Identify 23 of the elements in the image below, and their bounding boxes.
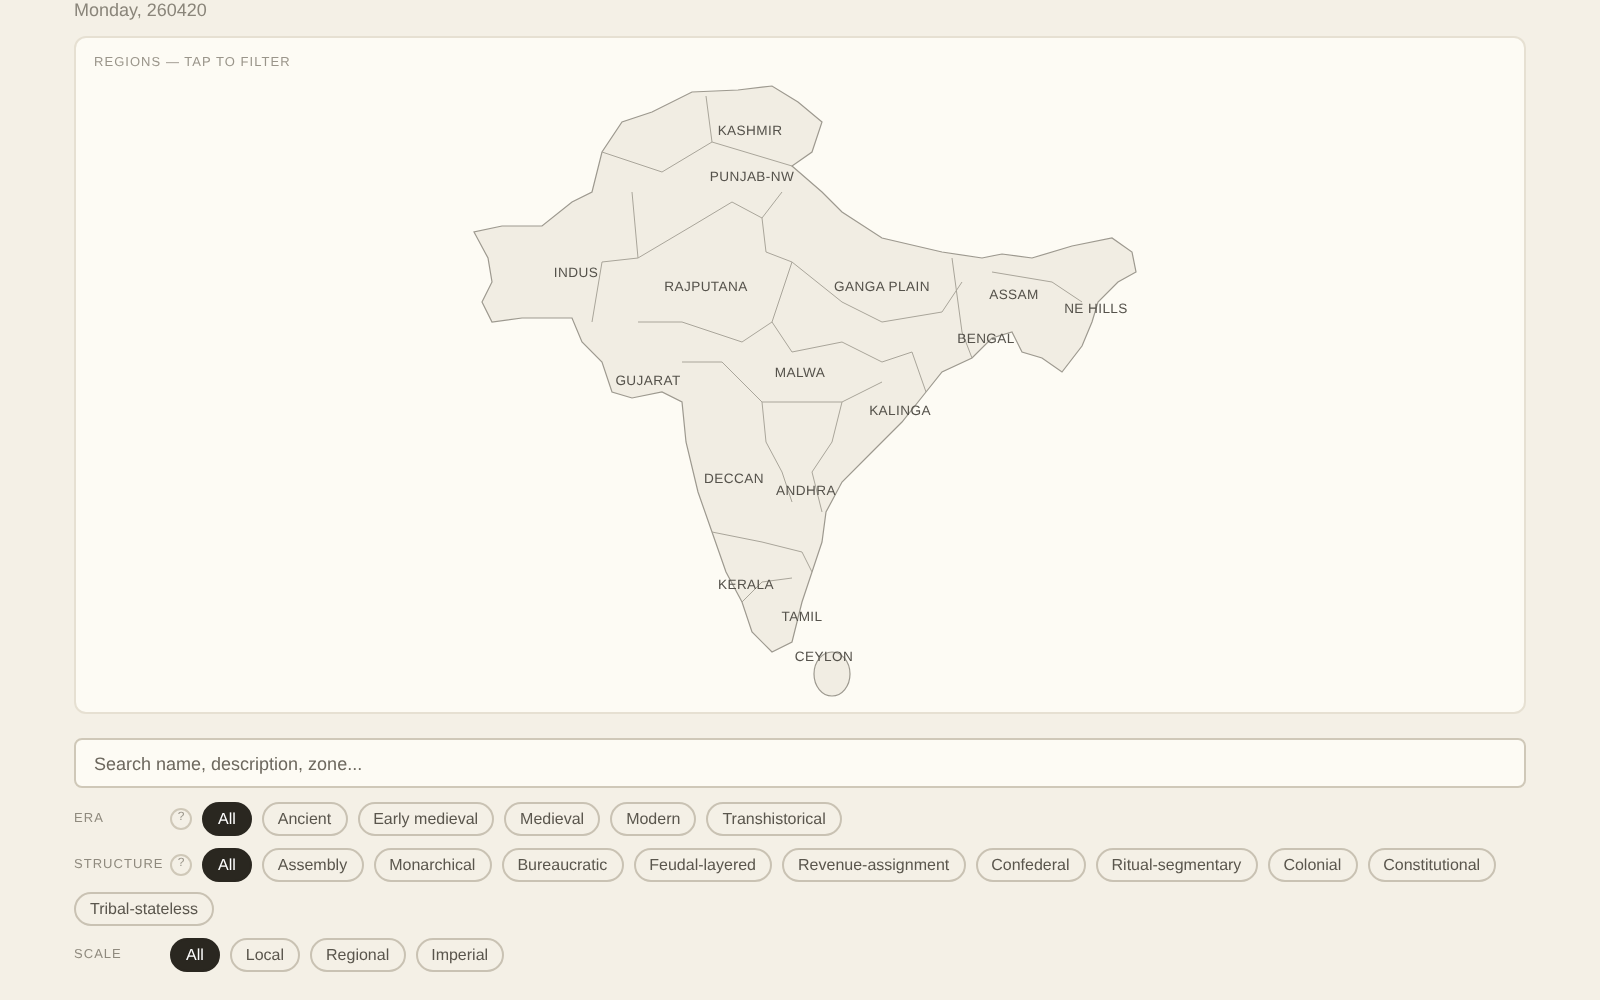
filter-chip[interactable]: Feudal-layered xyxy=(633,848,773,882)
filter-chip[interactable]: Ritual-segmentary xyxy=(1095,848,1258,882)
filter-chip[interactable]: Revenue-assignment xyxy=(782,848,966,882)
filter-chip[interactable]: All xyxy=(202,802,252,836)
filter-chip[interactable]: Assembly xyxy=(261,848,364,882)
filter-chip[interactable]: Tribal-stateless xyxy=(74,892,214,926)
filter-chip[interactable]: All xyxy=(202,848,252,882)
filter-chip[interactable]: Local xyxy=(229,938,301,972)
filter-chip[interactable]: Constitutional xyxy=(1367,848,1497,882)
filter-chip[interactable]: Bureaucratic xyxy=(501,848,624,882)
filter-chip[interactable]: Modern xyxy=(610,802,697,836)
filter-chip[interactable]: Medieval xyxy=(504,802,601,836)
search-field[interactable]: Search name, description, zone... xyxy=(74,738,1526,788)
filter-chip[interactable]: Imperial xyxy=(415,938,505,972)
date-text: Monday, 260420 xyxy=(74,0,209,22)
filter-chip[interactable]: Monarchical xyxy=(373,848,492,882)
filter-chip[interactable]: Colonial xyxy=(1267,848,1358,882)
filter-chip[interactable]: Ancient xyxy=(261,802,348,836)
filter-chip[interactable]: Regional xyxy=(310,938,406,972)
filter-chip[interactable]: All xyxy=(170,938,220,972)
filter-chip[interactable]: Early medieval xyxy=(357,802,495,836)
filter-chip[interactable]: Confederal xyxy=(975,848,1086,882)
filter-chip[interactable]: Transhistorical xyxy=(706,802,842,836)
